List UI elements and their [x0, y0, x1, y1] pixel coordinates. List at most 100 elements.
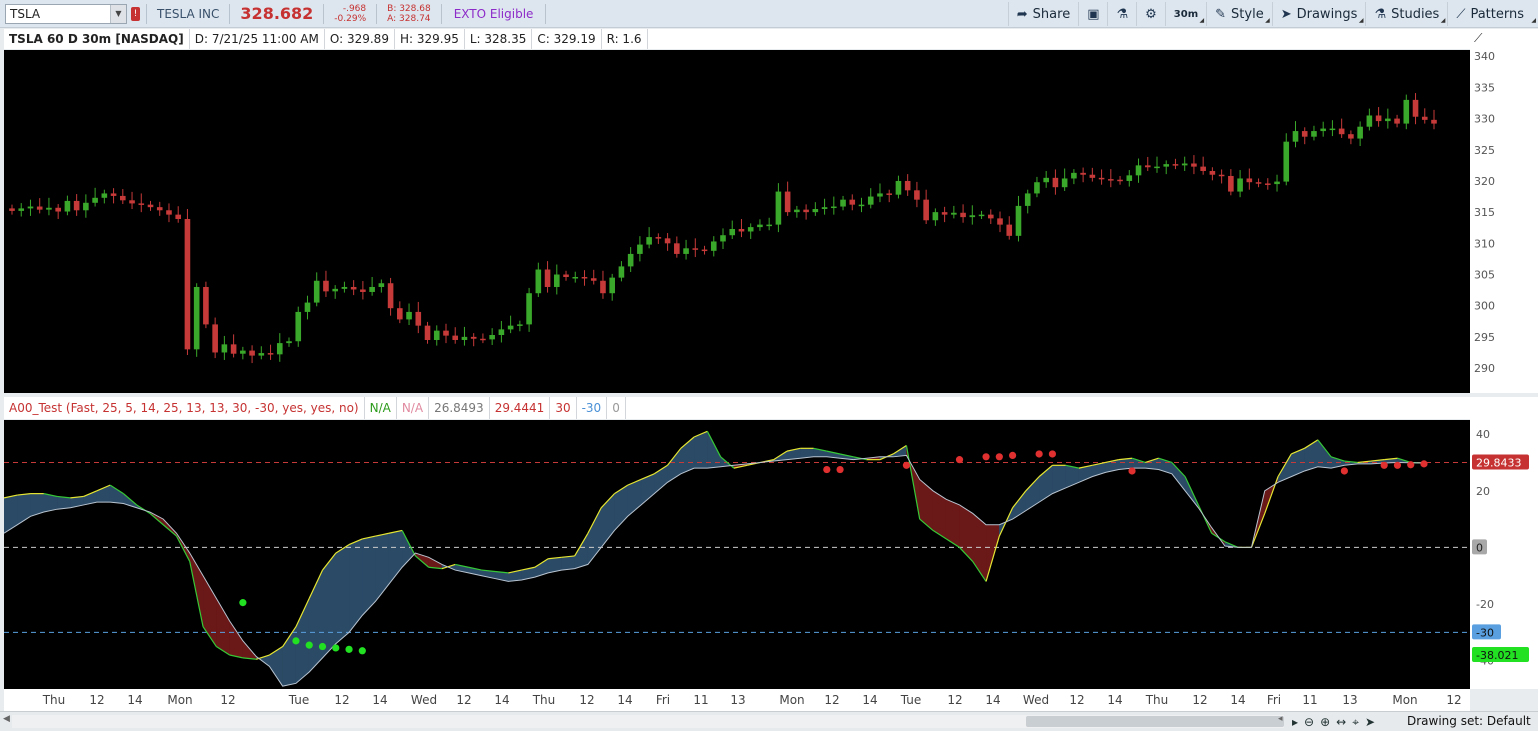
candle-body [489, 335, 495, 340]
candle-body [637, 244, 643, 254]
candle-body [849, 199, 856, 205]
candle-body [110, 193, 117, 196]
candle-body [720, 235, 726, 242]
candle-body [1089, 174, 1096, 178]
scroll-thumb[interactable] [1026, 716, 1284, 727]
candle-body [775, 191, 782, 225]
style-label: Style [1231, 6, 1264, 22]
candle-body [535, 269, 542, 294]
candle-body [572, 277, 579, 279]
candle-body [138, 203, 145, 205]
candle-body [230, 344, 237, 354]
horizontal-scrollbar[interactable] [12, 715, 1284, 728]
oscillator-cloud-segment [1065, 464, 1080, 489]
alert-icon[interactable]: ! [131, 6, 140, 21]
candle-body [156, 207, 163, 211]
candle-body [341, 286, 348, 289]
pointer-icon[interactable]: ➤ [1365, 715, 1375, 729]
signal-dot-green [358, 647, 366, 655]
scroll-next-icon[interactable]: ▸ [1292, 715, 1298, 729]
screenshot-button[interactable]: ▣ [1078, 2, 1107, 26]
time-tick-label: Fri [1267, 693, 1281, 707]
candle-body [987, 214, 994, 219]
time-tick-label: 13 [730, 693, 745, 707]
candle-body [1108, 179, 1114, 181]
candle-body [664, 238, 671, 244]
candle-body [701, 249, 708, 252]
candle-body [600, 280, 606, 294]
candle-body [867, 196, 874, 205]
zoom-out-icon[interactable]: ⊖ [1304, 715, 1314, 729]
change-percent: -0.29% [334, 13, 367, 24]
time-tick-label: Thu [42, 693, 66, 707]
flask-icon: ⚗ [1116, 6, 1129, 22]
scroll-prev-icon[interactable]: ◂ [1278, 714, 1283, 724]
studies-button[interactable]: ⚗ Studies ◢ [1365, 2, 1447, 26]
bar-range: R: 1.6 [602, 29, 648, 49]
interval-button[interactable]: 30m ◢ [1164, 2, 1206, 26]
scroll-left-icon[interactable]: ◀ [3, 714, 10, 724]
candle-body [498, 329, 505, 336]
divider [440, 3, 442, 24]
candle-body [313, 280, 320, 303]
time-tick-label: 14 [494, 693, 509, 707]
price-axis[interactable]: ⟋ 290 295 300 305 310 315 320 325 330 335 340 [1470, 29, 1538, 393]
chevron-down-icon[interactable]: ▼ [110, 4, 126, 23]
bid-value: B: 328.68 [387, 3, 431, 14]
crosshair-icon[interactable]: ⌖ [1352, 715, 1359, 730]
candle-body [1311, 131, 1317, 137]
candle-body [1052, 177, 1059, 188]
drawing-set-label[interactable]: Drawing set: Default [1407, 714, 1531, 728]
candle-body [692, 248, 699, 250]
signal-dot-green [345, 645, 353, 653]
price-chart[interactable] [4, 50, 1470, 393]
fast-line-segment [136, 504, 151, 514]
candle-body [120, 195, 126, 201]
candle-body [914, 190, 920, 200]
candle-body [1135, 165, 1142, 176]
chart-info-bar: TSLA 60 D 30m [NASDAQ] D: 7/21/25 11:00 … [4, 29, 1470, 49]
study-axis[interactable]: 4020-20-4029.84330-30-38.021 [1470, 397, 1538, 689]
candle-body [461, 336, 468, 340]
candle-body [757, 224, 763, 228]
share-button[interactable]: ➦ Share [1007, 2, 1078, 26]
candle-body [212, 324, 218, 353]
lab-button[interactable]: ⚗ [1107, 2, 1136, 26]
zoom-in-icon[interactable]: ⊕ [1320, 715, 1330, 729]
divider [545, 3, 547, 24]
candle-body [1034, 182, 1040, 194]
candle-body [92, 197, 98, 203]
drawings-button[interactable]: ➤ Drawings ◢ [1271, 2, 1366, 26]
style-button[interactable]: ✎ Style ◢ [1206, 2, 1272, 26]
time-tick-label: 14 [127, 693, 142, 707]
share-label: Share [1032, 6, 1071, 22]
time-tick-label: 14 [985, 693, 1000, 707]
signal-dot-green [239, 599, 247, 607]
candle-body [803, 209, 809, 213]
expand-horizontal-icon[interactable]: ↔ [1336, 715, 1346, 729]
settings-button[interactable]: ⚙ [1136, 2, 1165, 26]
candle-body [1126, 175, 1133, 181]
candle-body [304, 302, 311, 312]
candle-body [470, 336, 477, 339]
patterns-button[interactable]: ⟋ Patterns ◢ [1447, 2, 1538, 26]
camera-icon: ▣ [1087, 6, 1100, 22]
price-tick-label: 295 [1474, 331, 1495, 344]
candle-body [360, 289, 366, 292]
candle-body [655, 237, 662, 239]
candle-body [784, 191, 791, 213]
study-tick-label: 20 [1476, 485, 1490, 498]
oscillator-cloud-segment [534, 558, 549, 578]
study-chart[interactable] [4, 420, 1470, 689]
value-tag-text: 0 [1476, 541, 1483, 554]
toolbar-actions: ➦ Share ▣ ⚗ ⚙ 30m ◢ ✎ Style ◢ ➤ Drawings… [1007, 0, 1538, 28]
price-tick-label: 315 [1474, 206, 1495, 219]
candle-body [1385, 118, 1391, 122]
time-axis[interactable]: Thu 12 14 Mon 12 Tue 12 14 Wed 12 14 Thu 12 14 Fri 11 13… [4, 689, 1470, 711]
study-title[interactable]: A00_Test (Fast, 25, 5, 14, 25, 13, 13, 3… [4, 397, 365, 419]
flask-icon: ⚗ [1374, 6, 1387, 22]
symbol-selector[interactable]: TSLA ▼ [5, 3, 127, 24]
candle-body [710, 241, 717, 251]
price-tick-label: 330 [1474, 113, 1495, 126]
candle-body [609, 277, 615, 294]
